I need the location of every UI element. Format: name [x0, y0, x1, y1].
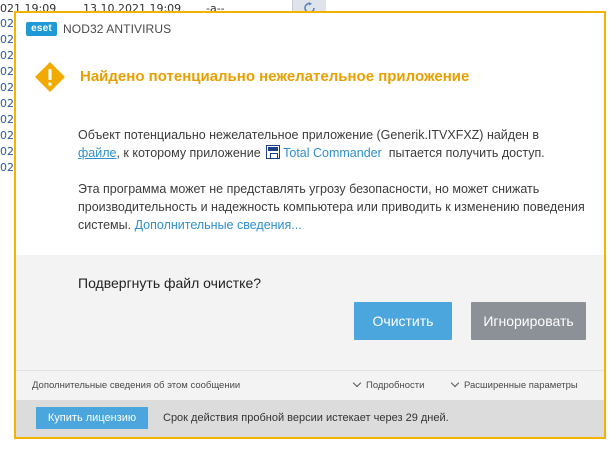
more-info-link[interactable]: Дополнительные сведения...: [135, 218, 302, 232]
details-label: Подробности: [366, 380, 425, 391]
buy-license-button[interactable]: Купить лицензию: [36, 407, 148, 429]
dialog-footer: Дополнительные сведения об этом сообщени…: [16, 370, 604, 400]
risk-description: Эта программа может не представлять угро…: [78, 180, 588, 234]
total-commander-icon: [266, 145, 281, 159]
action-panel: Подвергнуть файл очистке? Очистить Игнор…: [16, 255, 604, 370]
alert-heading: Найдено потенциально нежелательное прило…: [80, 68, 470, 85]
app-title: NOD32 ANTIVIRUS: [63, 22, 172, 36]
advanced-settings-label: Расширенные параметры: [464, 380, 578, 391]
app-name-link[interactable]: Total Commander: [283, 146, 382, 160]
warning-icon: [35, 62, 65, 92]
license-bar: Купить лицензию Срок действия пробной ве…: [16, 400, 604, 437]
dialog-titlebar: eset NOD32 ANTIVIRUS: [16, 13, 604, 46]
detection-description: Объект потенциально нежелательное прилож…: [78, 126, 588, 162]
advanced-settings-toggle[interactable]: Расширенные параметры: [450, 378, 578, 391]
file-link[interactable]: файле: [78, 146, 116, 160]
trial-expiry-text: Срок действия пробной версии истекает че…: [163, 412, 449, 424]
eset-logo: eset: [26, 22, 57, 36]
detection-text-middle: , к которому приложение: [116, 146, 261, 160]
detection-text-prefix: Объект потенциально нежелательное прилож…: [78, 128, 540, 142]
clean-question: Подвергнуть файл очистке?: [78, 275, 262, 291]
chevron-down-icon: [450, 378, 460, 388]
detection-text-suffix: пытается получить доступ.: [388, 146, 545, 160]
chevron-down-icon: [352, 378, 362, 388]
eset-alert-dialog: eset NOD32 ANTIVIRUS Найдено потенциальн…: [14, 11, 606, 439]
message-info-link[interactable]: Дополнительные сведения об этом сообщени…: [32, 380, 240, 391]
clean-button[interactable]: Очистить: [354, 302, 452, 340]
ignore-button[interactable]: Игнорировать: [471, 302, 586, 340]
details-toggle[interactable]: Подробности: [352, 378, 425, 391]
